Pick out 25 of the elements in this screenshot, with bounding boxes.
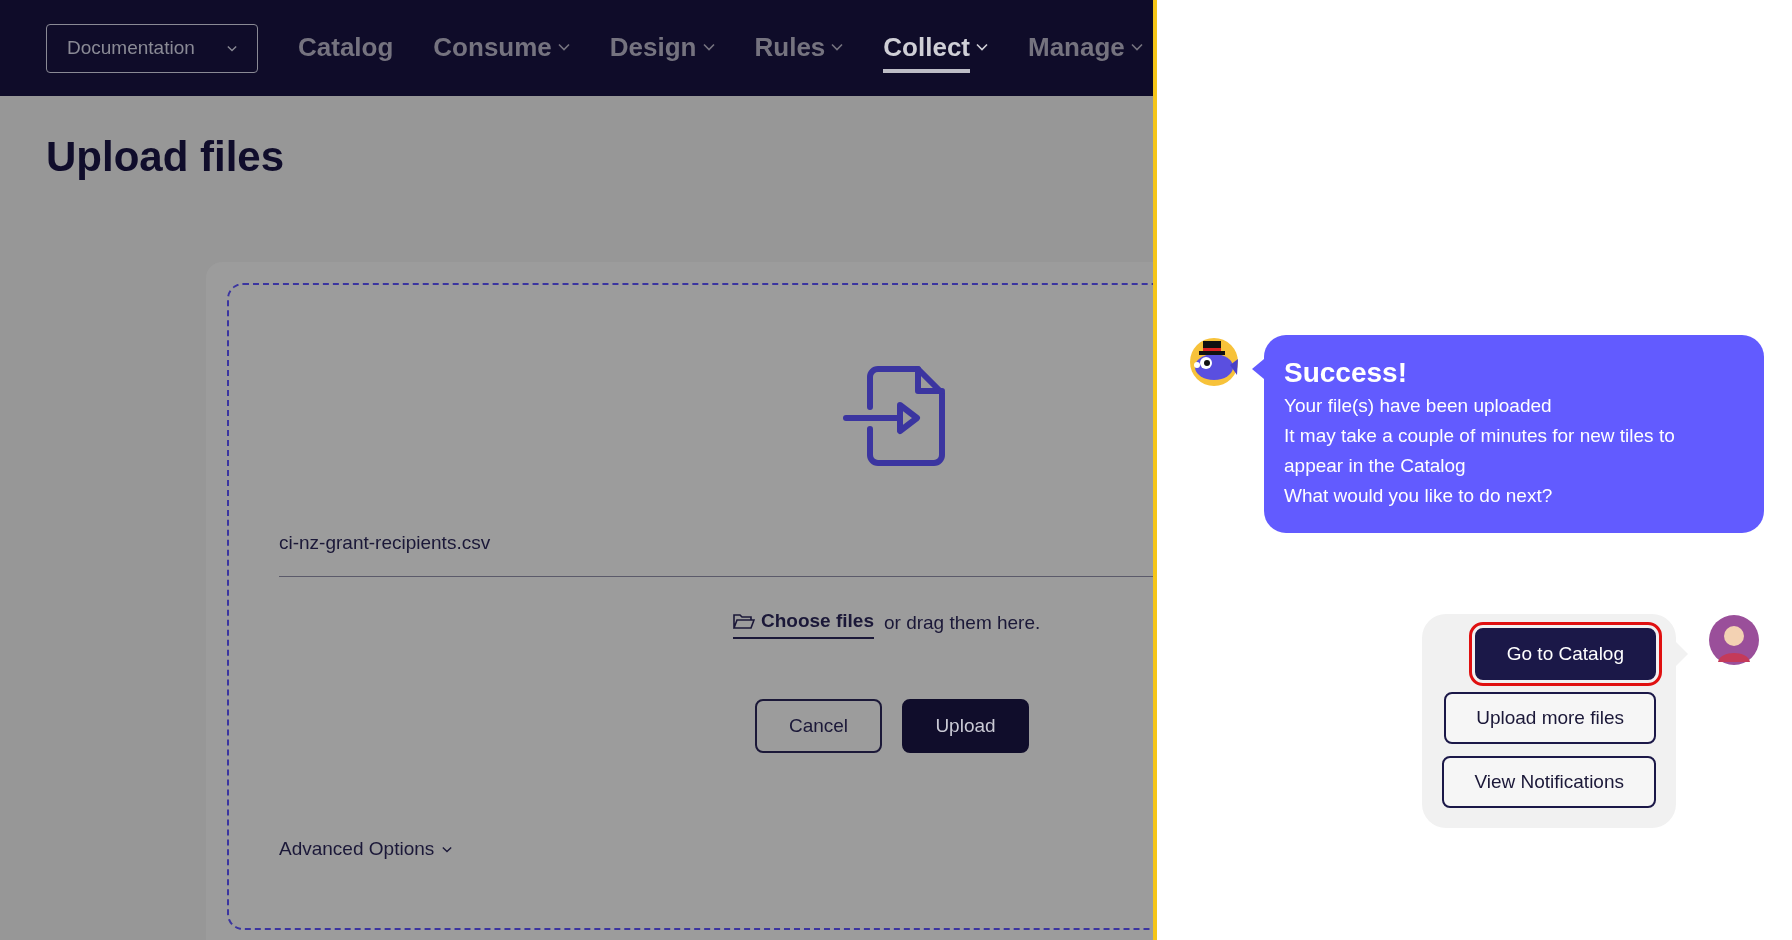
reply-option-button[interactable]: View Notifications	[1442, 756, 1656, 809]
chevron-down-icon	[227, 44, 237, 52]
folder-icon	[733, 612, 755, 630]
nav-menu-item[interactable]: Consume	[433, 27, 570, 69]
cancel-button[interactable]: Cancel	[755, 699, 882, 754]
message-text: It may take a couple of minutes for new tiles to appear in the Catalog	[1284, 424, 1676, 479]
nav-menu-item[interactable]: Rules	[754, 27, 844, 69]
drag-hint: or drag them here.	[884, 610, 1041, 635]
message-text: What would you like to do next?	[1284, 484, 1554, 509]
file-import-icon	[843, 365, 945, 468]
message-title: Success!	[1284, 356, 1408, 390]
page-title: Upload files	[46, 132, 286, 182]
nav-menu-item[interactable]: Catalog	[298, 27, 394, 69]
reply-option-button[interactable]: Upload more files	[1444, 692, 1656, 745]
fish-mascot-avatar	[1188, 335, 1240, 387]
upload-button[interactable]: Upload	[902, 699, 1029, 754]
nav-menu-item[interactable]: Manage	[1028, 27, 1143, 69]
user-avatar	[1708, 614, 1760, 667]
documentation-dropdown[interactable]: Documentation	[46, 23, 258, 73]
file-name: ci-nz-grant-recipients.csv	[279, 532, 491, 554]
nav-menu-item[interactable]: Design	[609, 27, 715, 69]
chevron-down-icon	[442, 846, 453, 854]
choose-files-link[interactable]: Choose files	[733, 606, 874, 640]
message-text: Your file(s) have been uploaded	[1284, 394, 1553, 419]
advanced-options-toggle[interactable]: Advanced Options	[279, 835, 453, 864]
